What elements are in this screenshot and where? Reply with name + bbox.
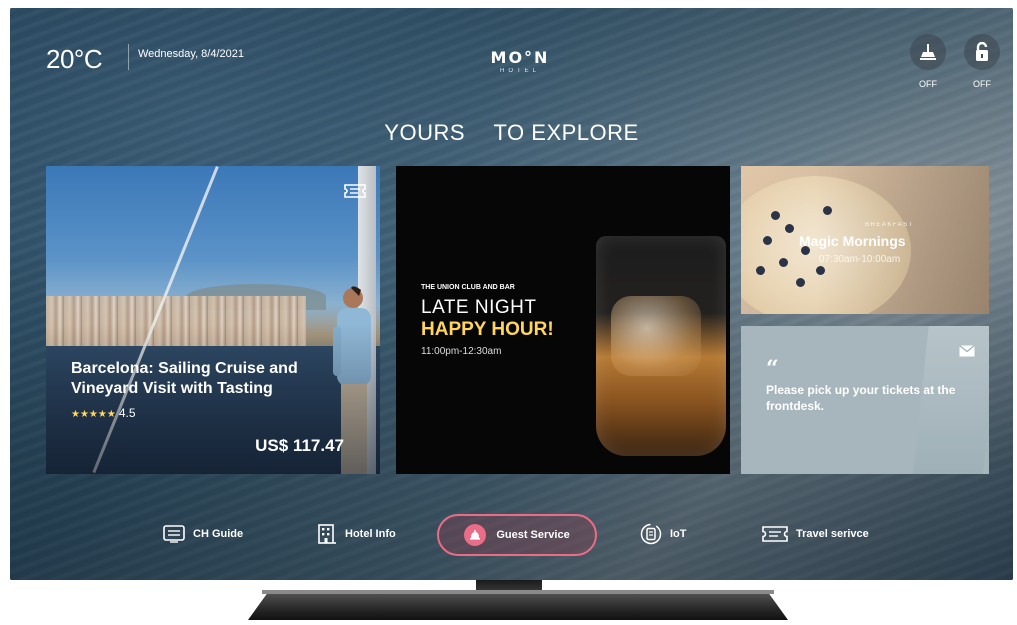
- venue-name: THE UNION CLUB AND BAR: [421, 284, 515, 291]
- hotel-logo: MO°N HOTEL: [480, 48, 560, 74]
- device-icon: [640, 523, 662, 545]
- nav-travel-service[interactable]: Travel serivce: [762, 520, 869, 548]
- dnd-status: OFF: [919, 79, 937, 89]
- tab-bar: YOURS TO EXPLORE: [10, 120, 1013, 146]
- tv-screen: 20°C Wednesday, 8/4/2021 MO°N HOTEL OFF: [10, 8, 1013, 580]
- ticket-icon: [344, 184, 366, 198]
- star-rating-icon: ★★★★★: [71, 409, 116, 420]
- nav-ch-guide[interactable]: CH Guide: [163, 520, 243, 548]
- logo-text: MO°N: [490, 48, 550, 67]
- breakfast-title: Magic Mornings: [799, 233, 906, 249]
- nav-label: Guest Service: [496, 529, 570, 541]
- promo-line2: HAPPY HOUR!: [421, 319, 554, 340]
- divider: [128, 44, 129, 70]
- nav-label: IoT: [670, 528, 687, 540]
- lock-toggle[interactable]: OFF: [962, 34, 1002, 89]
- tv-frame: 20°C Wednesday, 8/4/2021 MO°N HOTEL OFF: [0, 0, 1017, 625]
- ticket-icon: [762, 526, 788, 542]
- nav-label: Travel serivce: [796, 528, 869, 540]
- nav-guest-service[interactable]: Guest Service: [437, 514, 597, 556]
- message-card[interactable]: “ Please pick up your tickets at the fro…: [741, 326, 989, 474]
- do-not-disturb-icon: [920, 44, 936, 60]
- lock-icon: [976, 42, 988, 61]
- tour-price: US$ 117.47: [255, 436, 344, 455]
- message-text: Please pick up your tickets at the front…: [766, 383, 956, 413]
- breakfast-card[interactable]: BREAKFAST Magic Mornings 07:30am-10:00am: [741, 166, 989, 314]
- bottom-nav: CH Guide Hotel Info Guest Service IoT Tr…: [10, 512, 1013, 560]
- building-icon: [318, 524, 336, 544]
- promo-time: 11:00pm-12:30am: [421, 346, 502, 357]
- nav-label: Hotel Info: [345, 528, 396, 540]
- tour-title: Barcelona: Sailing Cruise and Vineyard V…: [71, 360, 298, 397]
- lock-status: OFF: [973, 79, 991, 89]
- tv-stand: [248, 590, 788, 620]
- tv-guide-icon: [163, 525, 185, 543]
- nav-hotel-info[interactable]: Hotel Info: [317, 520, 396, 548]
- envelope-icon: [959, 344, 975, 357]
- tab-yours[interactable]: YOURS: [384, 120, 465, 146]
- do-not-disturb-toggle[interactable]: OFF: [908, 34, 948, 89]
- rating-value: 4.5: [118, 406, 136, 420]
- bell-icon: [470, 530, 481, 540]
- happy-hour-card[interactable]: THE UNION CLUB AND BAR LATE NIGHT HAPPY …: [396, 166, 730, 474]
- meal-tag: BREAKFAST: [865, 222, 914, 228]
- breakfast-time: 07:30am-10:00am: [819, 254, 901, 265]
- date: Wednesday, 8/4/2021: [138, 48, 245, 60]
- tour-rating: ★★★★★ 4.5: [71, 406, 136, 420]
- temperature: 20°C: [46, 44, 103, 74]
- quote-mark: “: [766, 356, 779, 382]
- nav-iot[interactable]: IoT: [640, 520, 687, 548]
- logo-subtext: HOTEL: [499, 68, 540, 74]
- tab-to-explore[interactable]: TO EXPLORE: [494, 120, 639, 146]
- nav-label: CH Guide: [193, 528, 244, 540]
- promo-line1: LATE NIGHT: [421, 297, 537, 318]
- sailing-tour-card[interactable]: Barcelona: Sailing Cruise and Vineyard V…: [46, 166, 380, 474]
